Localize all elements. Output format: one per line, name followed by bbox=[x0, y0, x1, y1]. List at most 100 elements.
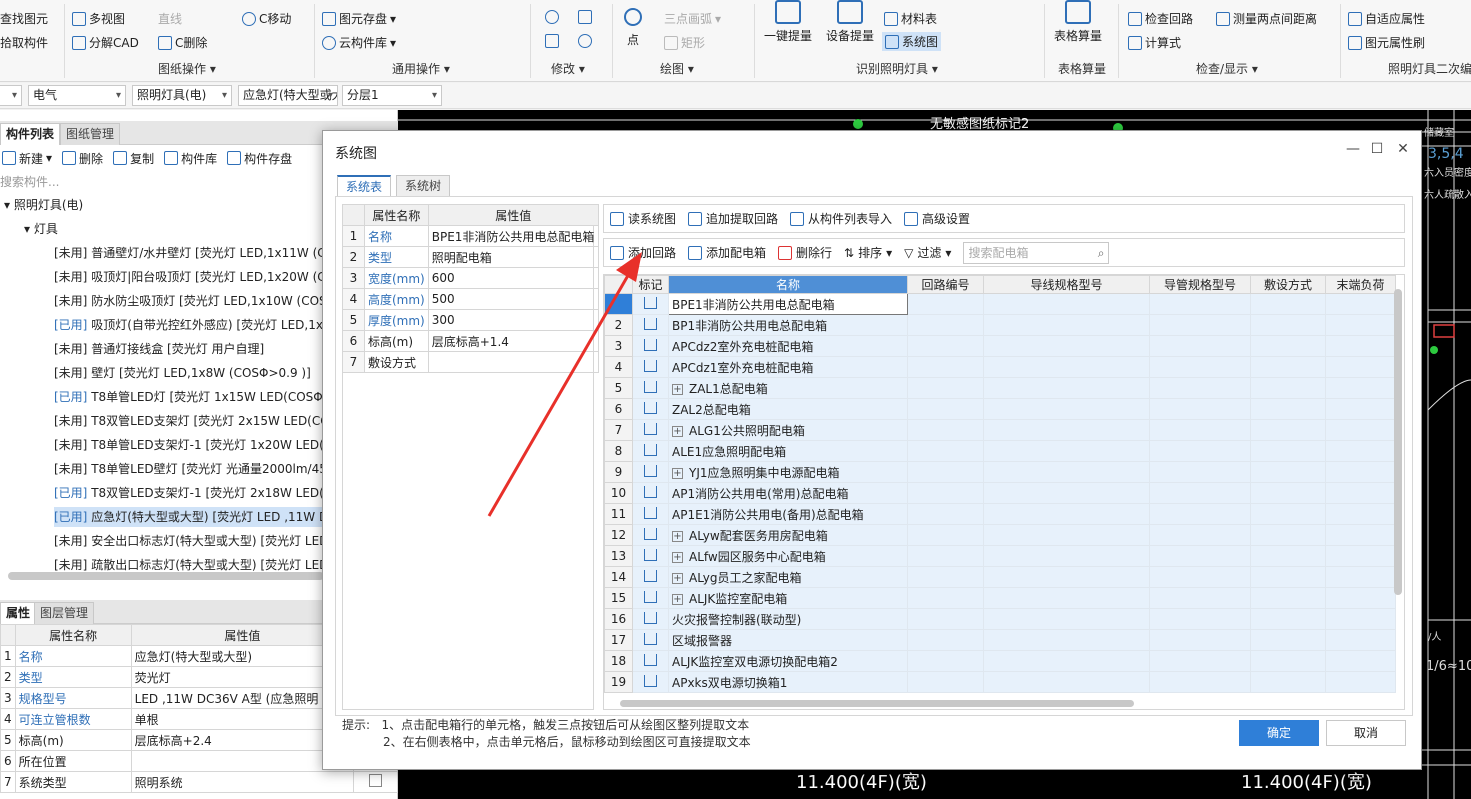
checkbox[interactable] bbox=[369, 774, 382, 787]
copy-button[interactable]: 复制 bbox=[113, 150, 154, 167]
table-row[interactable]: 6 ZAL2总配电箱 bbox=[604, 398, 1396, 420]
table-row[interactable]: 1 BPE1非消防公共用电总配电箱 bbox=[604, 293, 1396, 315]
column-header[interactable]: 导线规格型号 bbox=[983, 275, 1150, 294]
auto-fit-button[interactable]: 自适应属性 bbox=[1348, 10, 1425, 27]
type-select[interactable]: 照明灯具(电) bbox=[132, 85, 232, 106]
expand-icon[interactable]: + bbox=[672, 425, 683, 437]
column-header[interactable]: 回路编号 bbox=[907, 275, 984, 294]
table-row[interactable]: 12 + ALyw配套医务用房配电箱 bbox=[604, 524, 1396, 546]
table-row[interactable]: 2 BP1非消防公共用电总配电箱 bbox=[604, 314, 1396, 336]
box-property-row[interactable]: 1 名称 BPE1非消防公共用电总配电箱 bbox=[342, 225, 599, 247]
expand-icon[interactable]: + bbox=[672, 530, 683, 542]
column-header[interactable]: 末端负荷 bbox=[1325, 275, 1396, 294]
expand-icon[interactable]: + bbox=[672, 551, 683, 563]
column-header[interactable]: 名称 bbox=[668, 275, 908, 294]
component-save-button[interactable]: 构件存盘 bbox=[227, 150, 292, 167]
property-row[interactable]: 7 系统类型 照明系统 bbox=[0, 771, 398, 793]
import-from-list-button[interactable]: 从构件列表导入 bbox=[790, 210, 892, 227]
expand-icon[interactable]: + bbox=[672, 593, 683, 605]
box-property-row[interactable]: 2 类型 照明配电箱 bbox=[342, 246, 599, 268]
table-row[interactable]: 11 AP1E1消防公共用电(备用)总配电箱 bbox=[604, 503, 1396, 525]
c-move-button[interactable]: C移动 bbox=[242, 10, 291, 27]
table-calc-button[interactable]: 表格算量 bbox=[1054, 0, 1102, 44]
measure-distance-button[interactable]: 测量两点间距离 bbox=[1216, 10, 1317, 27]
tree-group[interactable]: ▾ 灯具 bbox=[24, 219, 354, 239]
table-row[interactable]: 18 ALJK监控室双电源切换配电箱2 bbox=[604, 650, 1396, 672]
column-header[interactable]: 导管规格型号 bbox=[1149, 275, 1251, 294]
grid-horizontal-scrollbar[interactable] bbox=[620, 700, 1134, 707]
tab-layer-management[interactable]: 图层管理 bbox=[34, 602, 95, 624]
system-diagram-button[interactable]: 系统图 bbox=[882, 32, 942, 51]
expand-icon[interactable]: + bbox=[672, 467, 683, 479]
extract-component-button[interactable]: 拾取构件 bbox=[0, 34, 48, 51]
discipline-select[interactable]: 电气 bbox=[28, 85, 126, 106]
table-row[interactable]: 19 APxks双电源切换箱1 bbox=[604, 671, 1396, 693]
sort-button[interactable]: ⇅ 排序 ▾ bbox=[844, 244, 892, 261]
delete-button[interactable]: 删除 bbox=[62, 150, 103, 167]
mirror-tool[interactable] bbox=[578, 10, 592, 24]
find-element-button[interactable]: 查找图元 bbox=[0, 10, 48, 27]
library-button[interactable]: 构件库 bbox=[164, 150, 217, 167]
material-table-button[interactable]: 材料表 bbox=[884, 10, 937, 27]
add-loop-button[interactable]: 添加回路 bbox=[610, 244, 676, 261]
three-point-arc-button[interactable]: 三点画弧 ▾ bbox=[664, 10, 721, 27]
tree-scrollbar[interactable] bbox=[8, 572, 324, 580]
component-select[interactable]: 应急灯(特大型或大 bbox=[238, 85, 338, 106]
tree-root[interactable]: ▾ 照明灯具(电) bbox=[4, 195, 334, 215]
table-row[interactable]: 10 AP1消防公共用电(常用)总配电箱 bbox=[604, 482, 1396, 504]
delete-row-button[interactable]: 删除行 bbox=[778, 244, 832, 261]
one-key-extract-button[interactable]: 一键提量 bbox=[764, 0, 812, 44]
move-tool[interactable] bbox=[545, 10, 559, 24]
table-row[interactable]: 14 + ALyg员工之家配电箱 bbox=[604, 566, 1396, 588]
delete-tool[interactable] bbox=[545, 34, 559, 48]
element-brush-button[interactable]: 图元属性刷 bbox=[1348, 34, 1425, 51]
c-delete-button[interactable]: C删除 bbox=[158, 34, 207, 51]
floor-select[interactable] bbox=[0, 85, 22, 106]
table-row[interactable]: 13 + ALfw园区服务中心配电箱 bbox=[604, 545, 1396, 567]
box-property-row[interactable]: 3 宽度(mm) 600 bbox=[342, 267, 599, 289]
tab-properties[interactable]: 属性 bbox=[0, 602, 37, 624]
cancel-button[interactable]: 取消 bbox=[1326, 720, 1406, 746]
multi-view-button[interactable]: 多视图 bbox=[72, 10, 125, 27]
box-property-row[interactable]: 4 高度(mm) 500 bbox=[342, 288, 599, 310]
component-search-input[interactable]: 搜索构件... bbox=[0, 172, 320, 192]
column-header[interactable]: 标记 bbox=[632, 275, 669, 294]
table-row[interactable]: 3 APCdz2室外充电桩配电箱 bbox=[604, 335, 1396, 357]
tab-component-list[interactable]: 构件列表 bbox=[0, 123, 61, 145]
maximize-button[interactable]: ☐ bbox=[1367, 141, 1387, 157]
table-row[interactable]: 7 + ALG1公共照明配电箱 bbox=[604, 419, 1396, 441]
table-row[interactable]: 4 APCdz1室外充电桩配电箱 bbox=[604, 356, 1396, 378]
tab-system-tree[interactable]: 系统树 bbox=[396, 175, 451, 197]
column-header[interactable]: 敷设方式 bbox=[1250, 275, 1326, 294]
table-row[interactable]: 15 + ALJK监控室配电箱 bbox=[604, 587, 1396, 609]
table-row[interactable]: 17 区域报警器 bbox=[604, 629, 1396, 651]
layer-select[interactable]: 分层1 bbox=[342, 85, 442, 106]
filter-button[interactable]: ▽ 过滤 ▾ bbox=[904, 244, 951, 261]
append-extract-loop-button[interactable]: 追加提取回路 bbox=[688, 210, 778, 227]
device-extract-button[interactable]: 设备提量 bbox=[826, 0, 874, 44]
grid-vertical-scrollbar[interactable] bbox=[1394, 289, 1402, 595]
point-button[interactable]: 点 bbox=[624, 4, 642, 48]
expand-icon[interactable]: + bbox=[672, 383, 683, 395]
table-row[interactable]: 5 + ZAL1总配电箱 bbox=[604, 377, 1396, 399]
advanced-settings-button[interactable]: 高级设置 bbox=[904, 210, 970, 227]
add-box-button[interactable]: 添加配电箱 bbox=[688, 244, 766, 261]
rotate-tool[interactable] bbox=[578, 34, 592, 48]
table-row[interactable]: 8 ALE1应急照明配电箱 bbox=[604, 440, 1396, 462]
table-row[interactable]: 9 + YJ1应急照明集中电源配电箱 bbox=[604, 461, 1396, 483]
read-system-diagram-button[interactable]: 读系统图 bbox=[610, 210, 676, 227]
tab-system-table[interactable]: 系统表 bbox=[337, 175, 392, 197]
ok-button[interactable]: 确定 bbox=[1239, 720, 1319, 746]
minimize-button[interactable]: — bbox=[1343, 141, 1363, 157]
cloud-library-button[interactable]: 云构件库 ▾ bbox=[322, 34, 396, 51]
box-property-row[interactable]: 6 标高(m) 层底标高+1.4 bbox=[342, 330, 599, 352]
expand-icon[interactable]: + bbox=[672, 572, 683, 584]
box-property-row[interactable]: 7 敷设方式 bbox=[342, 351, 599, 373]
close-button[interactable]: ✕ bbox=[1393, 141, 1413, 157]
table-row[interactable]: 16 火灾报警控制器(联动型) bbox=[604, 608, 1396, 630]
new-button[interactable]: 新建 ▾ bbox=[2, 150, 52, 167]
element-save-button[interactable]: 图元存盘 ▾ bbox=[322, 10, 396, 27]
line-button[interactable]: 直线 bbox=[158, 10, 182, 27]
box-search-input[interactable]: 搜索配电箱 ⌕ bbox=[963, 241, 1110, 264]
rectangle-button[interactable]: 矩形 bbox=[664, 34, 705, 51]
